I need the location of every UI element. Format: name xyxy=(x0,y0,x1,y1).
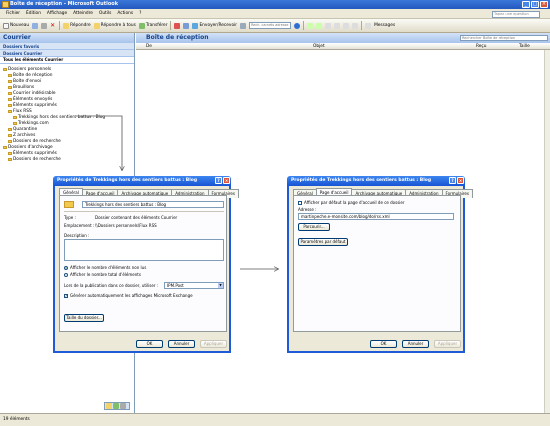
exchange-checkbox-box[interactable]: ✓ xyxy=(64,294,68,298)
general-panel: Trekkings hors des sentiers battus : Blo… xyxy=(59,195,227,332)
arrow-folder-to-dialog xyxy=(76,115,122,170)
folder-properties-dialog-general: Propriétés de Trekkings hors des sentier… xyxy=(53,176,239,353)
close-icon[interactable]: × xyxy=(223,177,230,184)
dialog1-title: Propriétés de Trekkings hors des sentier… xyxy=(57,178,198,183)
browse-button[interactable]: Parcourir... xyxy=(298,223,330,231)
close-icon[interactable]: × xyxy=(457,177,464,184)
apply-button[interactable]: Appliquer xyxy=(434,340,461,348)
apply-button[interactable]: Appliquer xyxy=(200,340,227,348)
address-input[interactable]: martinpeche.e-monsite.com/blog/do/rss.xm… xyxy=(298,213,454,220)
description-textarea[interactable] xyxy=(64,239,224,261)
location-value: \\Dossiers personnels\Flux RSS xyxy=(95,223,157,228)
restore-defaults-button[interactable]: Paramètres par défaut xyxy=(298,238,348,246)
folder-icon xyxy=(64,201,74,208)
address-label: Adresse : xyxy=(298,207,317,212)
exchange-views-checkbox[interactable]: ✓ Générer automatiquement les affichages … xyxy=(64,293,193,298)
dialog2-titlebar: Propriétés de Trekkings hors des sentier… xyxy=(287,176,465,186)
help-icon[interactable]: ? xyxy=(449,177,456,184)
post-form-value: IPM.Post xyxy=(167,283,184,288)
post-label: Lors de la publication dans ce dossier, … xyxy=(64,283,159,288)
radio-total-label: Afficher le nombre total d'éléments xyxy=(70,272,141,277)
type-label: Type : xyxy=(64,215,76,220)
dialog1-titlebar: Propriétés de Trekkings hors des sentier… xyxy=(53,176,231,186)
home-page-panel: Afficher par défaut la page d'accueil de… xyxy=(293,195,461,332)
show-home-page-checkbox[interactable]: Afficher par défaut la page d'accueil de… xyxy=(298,200,405,205)
home-page-checkbox-label: Afficher par défaut la page d'accueil de… xyxy=(304,200,405,205)
radio-unread-button[interactable] xyxy=(64,266,68,270)
dialog2-title: Propriétés de Trekkings hors des sentier… xyxy=(291,178,432,183)
folder-size-button[interactable]: Taille du dossier... xyxy=(64,314,104,322)
separator xyxy=(64,211,224,212)
radio-total[interactable]: Afficher le nombre total d'éléments xyxy=(64,272,141,277)
cancel-button[interactable]: Annuler xyxy=(402,340,429,348)
ok-button[interactable]: OK xyxy=(370,340,397,348)
cancel-button[interactable]: Annuler xyxy=(168,340,195,348)
folder-name-input[interactable]: Trekkings hors des sentiers battus : Blo… xyxy=(82,201,224,208)
ok-button[interactable]: OK xyxy=(136,340,163,348)
radio-unread[interactable]: Afficher le nombre d'éléments non lus xyxy=(64,265,146,270)
exchange-checkbox-label: Générer automatiquement les affichages M… xyxy=(70,293,193,298)
location-label: Emplacement : xyxy=(64,223,95,228)
folder-properties-dialog-home-page: Propriétés de Trekkings hors des sentier… xyxy=(287,176,473,353)
home-page-checkbox-box[interactable] xyxy=(298,201,302,205)
radio-total-button[interactable] xyxy=(64,273,68,277)
chevron-down-icon[interactable]: ▼ xyxy=(218,283,223,288)
help-icon[interactable]: ? xyxy=(215,177,222,184)
type-value: Dossier contenant des éléments Courrier xyxy=(95,215,178,220)
post-form-select[interactable]: IPM.Post ▼ xyxy=(164,282,224,289)
description-label: Description : xyxy=(64,233,90,238)
radio-unread-label: Afficher le nombre d'éléments non lus xyxy=(70,265,147,270)
